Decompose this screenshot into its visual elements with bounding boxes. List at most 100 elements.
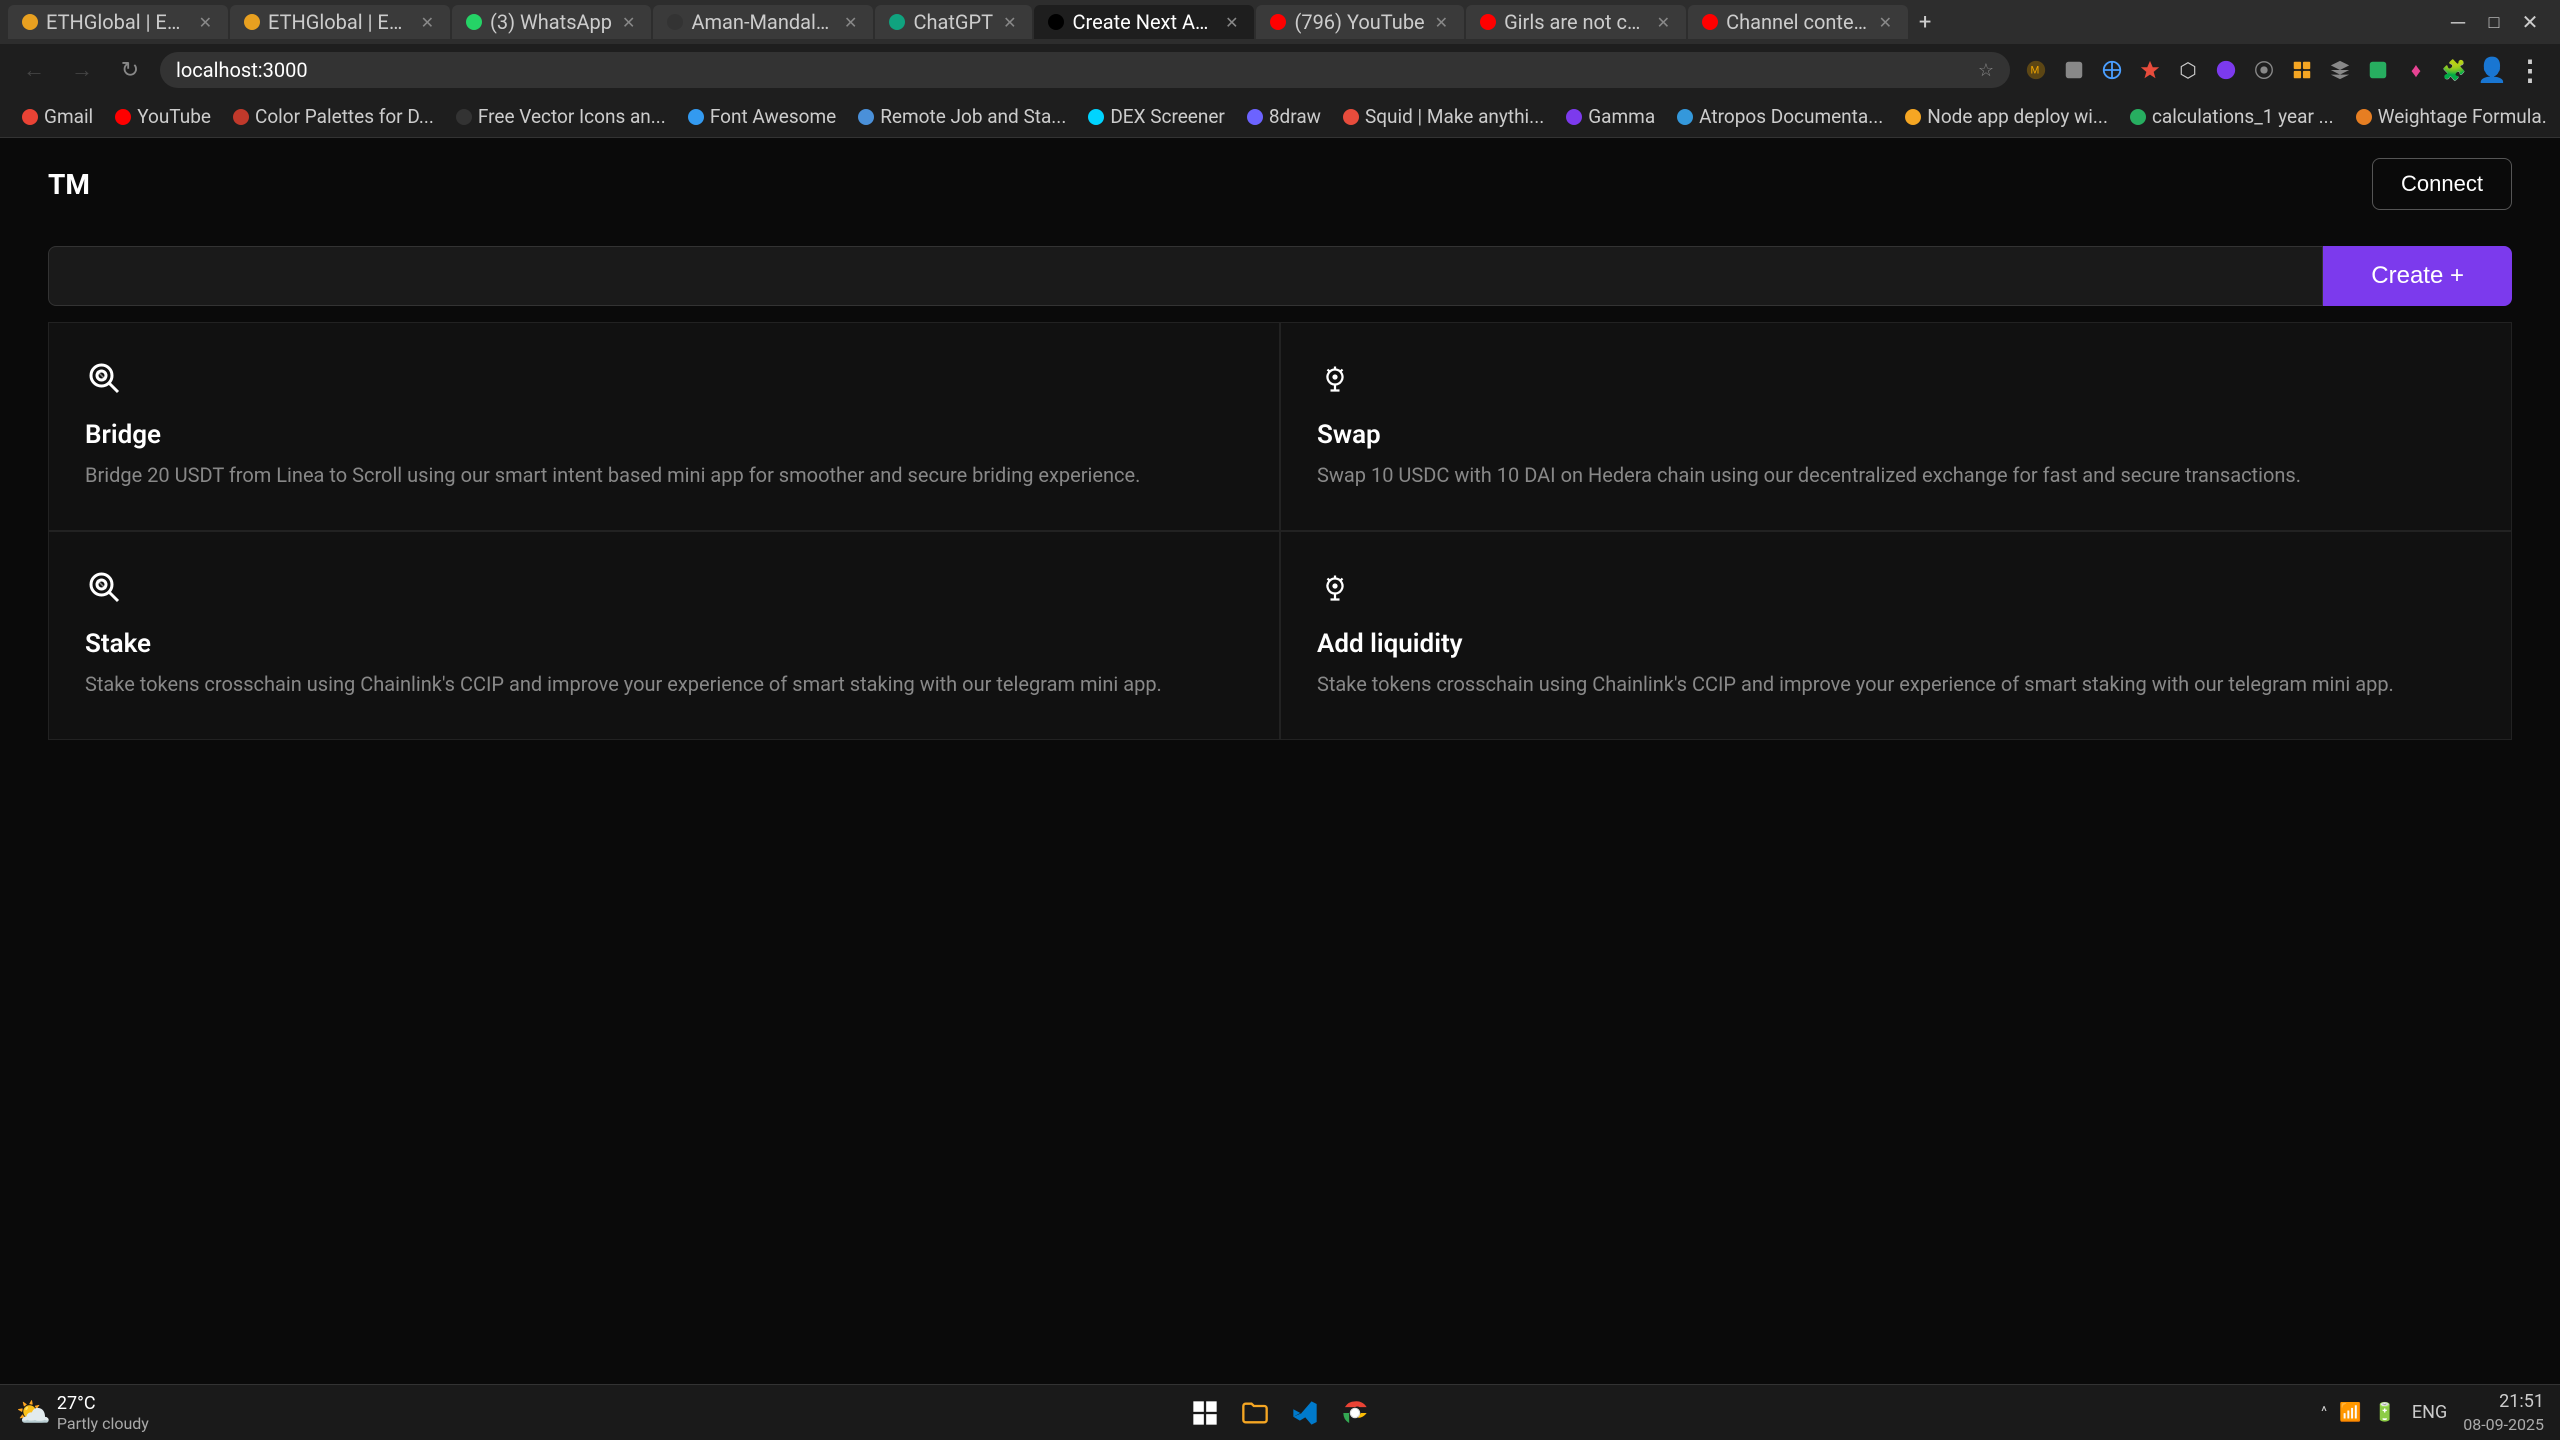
address-bar[interactable]: localhost:3000 ☆: [160, 52, 2010, 88]
card-icon: [1317, 359, 2475, 404]
svg-text:M: M: [2031, 66, 2040, 77]
ext-icon-11[interactable]: ♦: [2402, 56, 2430, 84]
ext-icon-puzzle[interactable]: 🧩: [2440, 56, 2468, 84]
search-input[interactable]: [48, 246, 2323, 306]
card-title: Add liquidity: [1317, 629, 2475, 659]
bookmark-item[interactable]: Font Awesome: [678, 101, 846, 132]
file-explorer-button[interactable]: [1235, 1393, 1275, 1433]
tab-close-button[interactable]: ✕: [197, 11, 214, 34]
tab-close-button[interactable]: ✕: [842, 11, 859, 34]
browser-tab[interactable]: ETHGlobal | ETHOnline 2024 ✕: [230, 5, 450, 39]
bookmark-item[interactable]: Atropos Documenta...: [1667, 101, 1893, 132]
browser-tab[interactable]: (796) YouTube ✕: [1256, 5, 1464, 39]
chrome-button[interactable]: [1335, 1393, 1375, 1433]
app-logo: TM: [48, 168, 90, 201]
bookmark-label: Gamma: [1588, 105, 1655, 128]
bookmark-favicon: [456, 109, 472, 125]
bookmark-item[interactable]: Color Palettes for D...: [223, 101, 444, 132]
bookmark-item[interactable]: Remote Job and Sta...: [848, 101, 1076, 132]
browser-tab[interactable]: Create Next App ✕: [1034, 5, 1254, 39]
weather-temp: 27°C: [57, 1393, 149, 1414]
browser-tab[interactable]: ChatGPT ✕: [875, 5, 1032, 39]
bookmark-item[interactable]: DEX Screener: [1078, 101, 1235, 132]
browser-tab[interactable]: ETHGlobal | ETHOnline 2024 ✕: [8, 5, 228, 39]
new-tab-button[interactable]: +: [1910, 7, 1940, 37]
weather-desc: Partly cloudy: [57, 1414, 149, 1433]
connect-button[interactable]: Connect: [2372, 158, 2512, 210]
card-description: Stake tokens crosschain using Chainlink'…: [1317, 669, 2475, 699]
tab-favicon: [1048, 14, 1064, 30]
bookmark-item[interactable]: YouTube: [105, 101, 221, 132]
bookmark-favicon: [2130, 109, 2146, 125]
close-button[interactable]: ✕: [2516, 8, 2544, 36]
bookmark-item[interactable]: Squid | Make anythi...: [1333, 101, 1554, 132]
tab-close-button[interactable]: ✕: [1655, 11, 1672, 34]
ext-icon-2[interactable]: [2060, 56, 2088, 84]
vscode-button[interactable]: [1285, 1393, 1325, 1433]
card-stake[interactable]: Stake Stake tokens crosschain using Chai…: [48, 531, 1280, 740]
profile-icon[interactable]: 👤: [2478, 56, 2506, 84]
ext-icon-1[interactable]: M: [2022, 56, 2050, 84]
tab-favicon: [889, 14, 905, 30]
card-description: Bridge 20 USDT from Linea to Scroll usin…: [85, 460, 1243, 490]
taskbar-right: ^ 📶 🔋 ENG 21:51 08-09-2025: [2321, 1389, 2544, 1437]
bookmark-label: Free Vector Icons an...: [478, 105, 666, 128]
system-tray: ^ 📶 🔋: [2321, 1402, 2396, 1423]
tray-chevron[interactable]: ^: [2321, 1404, 2327, 1420]
browser-tab[interactable]: (3) WhatsApp ✕: [452, 5, 651, 39]
address-text: localhost:3000: [176, 58, 1978, 82]
maximize-button[interactable]: □: [2480, 8, 2508, 36]
tab-close-button[interactable]: ✕: [419, 11, 436, 34]
card-bridge[interactable]: Bridge Bridge 20 USDT from Linea to Scro…: [48, 322, 1280, 531]
bookmark-label: Squid | Make anythi...: [1365, 105, 1544, 128]
bookmark-label: Remote Job and Sta...: [880, 105, 1066, 128]
start-button[interactable]: [1185, 1393, 1225, 1433]
bookmark-item[interactable]: Free Vector Icons an...: [446, 101, 676, 132]
ext-icon-10[interactable]: [2364, 56, 2392, 84]
card-add-liquidity[interactable]: Add liquidity Stake tokens crosschain us…: [1280, 531, 2512, 740]
create-button[interactable]: Create +: [2323, 246, 2512, 306]
ext-icon-9[interactable]: [2326, 56, 2354, 84]
bookmark-item[interactable]: 8draw: [1237, 101, 1331, 132]
tab-close-button[interactable]: ✕: [1877, 11, 1894, 34]
card-description: Stake tokens crosschain using Chainlink'…: [85, 669, 1243, 699]
tab-close-button[interactable]: ✕: [1433, 11, 1450, 34]
tab-close-button[interactable]: ✕: [620, 11, 637, 34]
ext-icon-7[interactable]: [2250, 56, 2278, 84]
bookmark-favicon: [1566, 109, 1582, 125]
back-button[interactable]: ←: [16, 52, 52, 88]
bookmark-star-icon[interactable]: ☆: [1978, 60, 1994, 81]
ext-icon-5[interactable]: ⬡: [2174, 56, 2202, 84]
ext-icon-8[interactable]: [2288, 56, 2316, 84]
bookmark-favicon: [1905, 109, 1921, 125]
bookmark-favicon: [1247, 109, 1263, 125]
browser-tab[interactable]: Girls are not competitive at ... ✕: [1466, 5, 1686, 39]
ext-icon-3[interactable]: [2098, 56, 2126, 84]
weather-widget: ⛅ 27°C Partly cloudy: [16, 1393, 149, 1433]
card-swap[interactable]: Swap Swap 10 USDC with 10 DAI on Hedera …: [1280, 322, 2512, 531]
tab-title: ETHGlobal | ETHOnline 2024: [268, 10, 411, 34]
ext-icon-4[interactable]: [2136, 56, 2164, 84]
bookmark-item[interactable]: calculations_1 year ...: [2120, 101, 2344, 132]
bookmark-favicon: [1677, 109, 1693, 125]
more-button[interactable]: ⋮: [2516, 56, 2544, 84]
bookmark-item[interactable]: Gmail: [12, 101, 103, 132]
forward-button[interactable]: →: [64, 52, 100, 88]
browser-tab[interactable]: Aman-Mandal/ethonline-mini-... ✕: [653, 5, 873, 39]
tab-title: ETHGlobal | ETHOnline 2024: [46, 10, 189, 34]
bookmark-item[interactable]: Weightage Formula...: [2346, 101, 2548, 132]
tab-close-button[interactable]: ✕: [1001, 11, 1018, 34]
bookmark-label: calculations_1 year ...: [2152, 105, 2334, 128]
bookmark-item[interactable]: Gamma: [1556, 101, 1665, 132]
tab-title: ChatGPT: [913, 10, 993, 34]
ext-icon-6[interactable]: [2212, 56, 2240, 84]
minimize-button[interactable]: ─: [2444, 8, 2472, 36]
bookmark-item[interactable]: Node app deploy wi...: [1895, 101, 2118, 132]
tab-close-button[interactable]: ✕: [1223, 11, 1240, 34]
refresh-button[interactable]: ↻: [112, 52, 148, 88]
browser-tab[interactable]: Channel content - YouTube St... ✕: [1688, 5, 1908, 39]
card-title: Bridge: [85, 420, 1243, 450]
tab-favicon: [466, 14, 482, 30]
tab-title: (3) WhatsApp: [490, 10, 612, 34]
tab-title: (796) YouTube: [1294, 10, 1424, 34]
